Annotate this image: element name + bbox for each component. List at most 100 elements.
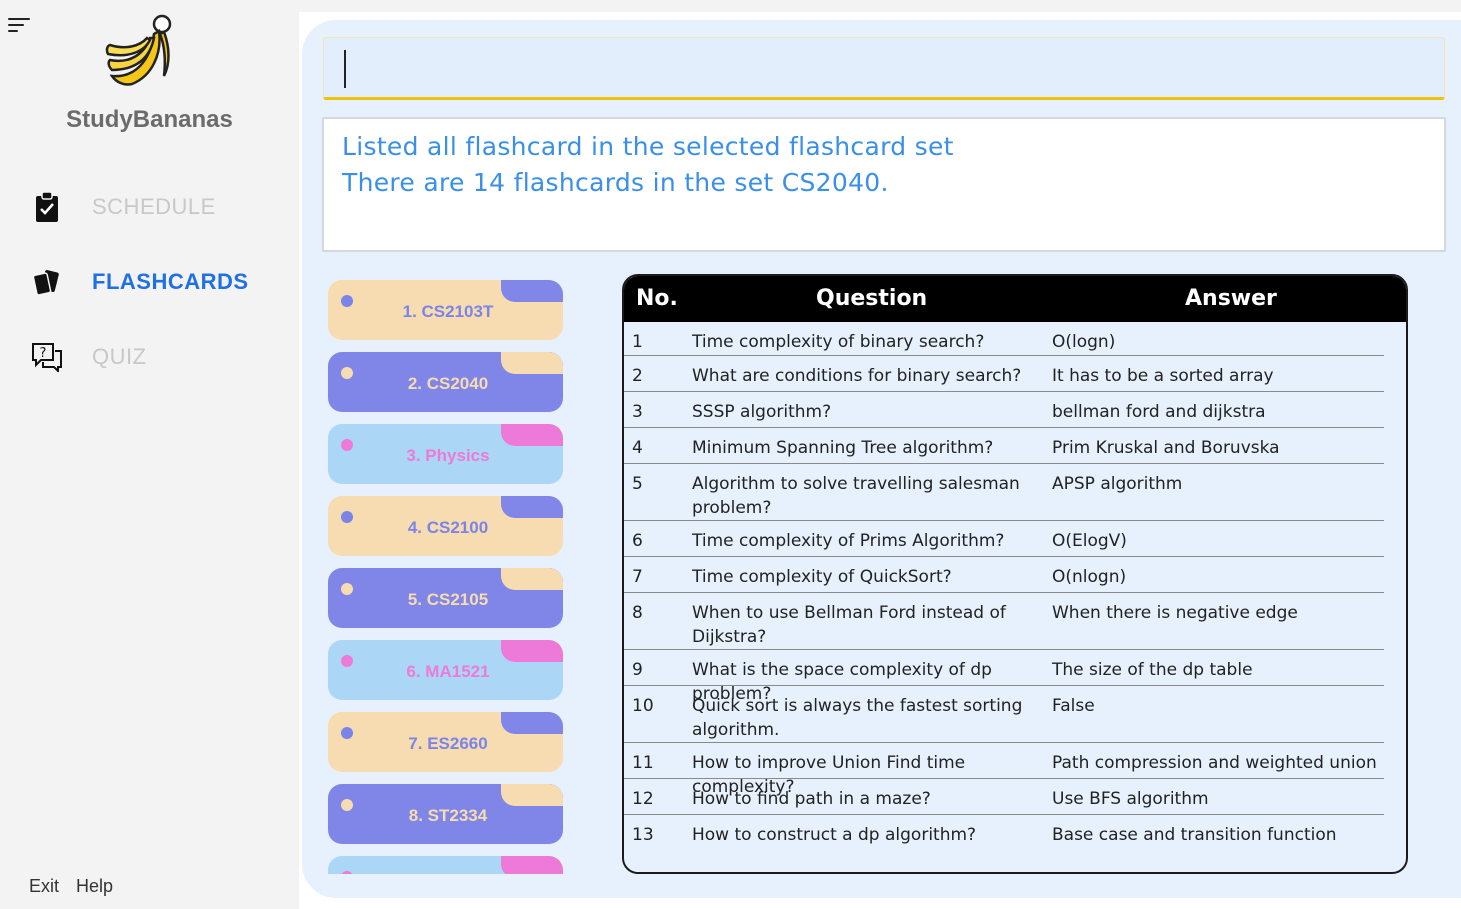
nav-label-quiz: QUIZ — [92, 344, 147, 369]
cell-no: 9 — [632, 660, 643, 680]
cell-no: 3 — [632, 402, 643, 422]
flashcard-set-card[interactable]: 2. CS2040 — [328, 352, 563, 412]
exit-link[interactable]: Exit — [29, 876, 59, 896]
cell-no: 8 — [632, 603, 643, 623]
card-tab — [501, 784, 563, 806]
cell-answer: Base case and transition function — [1052, 825, 1337, 845]
card-tab — [501, 712, 563, 734]
cell-answer: Path compression and weighted union — [1052, 753, 1377, 773]
nav-item-schedule[interactable]: SCHEDULE — [30, 187, 290, 227]
question-chat-icon: ? — [30, 340, 64, 374]
result-line-2: There are 14 flashcards in the set CS204… — [342, 168, 889, 197]
nav-item-flashcards[interactable]: FLASHCARDS — [30, 262, 290, 302]
cell-no: 10 — [632, 696, 654, 716]
flashcard-set-card[interactable]: 7. ES2660 — [328, 712, 563, 772]
cell-answer: O(ElogV) — [1052, 531, 1127, 551]
table-row[interactable]: 1 Time complexity of binary search? O(logn… — [624, 322, 1384, 356]
cell-question: Algorithm to solve travelling salesman p… — [692, 474, 1020, 518]
table-row[interactable]: 3 SSSP algorithm? bellman ford and dijkstr… — [624, 392, 1384, 428]
card-tab — [501, 568, 563, 590]
cell-answer: It has to be a sorted array — [1052, 366, 1274, 386]
cell-question: How to find path in a maze? — [692, 789, 931, 809]
cell-answer: APSP algorithm — [1052, 474, 1183, 494]
sidebar: StudyBananas SCHEDULE FLASHCARDS ? QUIZ … — [0, 0, 299, 909]
cell-no: 13 — [632, 825, 654, 845]
cell-no: 11 — [632, 753, 654, 773]
flashcard-table: No. Question Answer 1 Time complexity of … — [622, 274, 1408, 874]
cell-question: How to construct a dp algorithm? — [692, 825, 977, 845]
cell-question: What are conditions for binary search? — [692, 366, 1022, 386]
flashcard-set-card[interactable] — [328, 856, 563, 874]
cards-icon — [30, 265, 64, 299]
card-dot-icon — [341, 871, 353, 874]
flashcard-set-label: 8. ST2334 — [408, 806, 488, 825]
cell-answer: bellman ford and dijkstra — [1052, 402, 1266, 422]
cell-question: SSSP algorithm? — [692, 402, 832, 422]
cell-question: Time complexity of binary search? — [692, 332, 985, 352]
cell-question: Minimum Spanning Tree algorithm? — [692, 438, 994, 458]
table-header: No. Question Answer — [624, 276, 1406, 322]
nav-item-quiz[interactable]: ? QUIZ — [30, 337, 290, 377]
footer-links: Exit Help — [29, 876, 125, 897]
app-window: StudyBananas SCHEDULE FLASHCARDS ? QUIZ … — [0, 0, 1461, 909]
table-row[interactable]: 12 How to find path in a maze? Use BFS alg… — [624, 779, 1384, 815]
card-tab — [501, 496, 563, 518]
flashcard-set-card[interactable]: 3. Physics — [328, 424, 563, 484]
cell-answer: Use BFS algorithm — [1052, 789, 1209, 809]
table-row[interactable]: 7 Time complexity of QuickSort? O(nlogn) — [624, 557, 1384, 593]
card-tab — [501, 352, 563, 374]
flashcard-set-card[interactable]: 6. MA1521 — [328, 640, 563, 700]
card-tab — [501, 280, 563, 302]
header-question: Question — [816, 286, 928, 311]
card-tab — [501, 640, 563, 662]
cell-question: Time complexity of Prims Algorithm? — [692, 531, 1005, 551]
menu-toggle-icon[interactable] — [8, 16, 32, 34]
table-row[interactable]: 13 How to construct a dp algorithm? Base c… — [624, 815, 1384, 851]
card-tab — [501, 424, 563, 446]
help-link[interactable]: Help — [76, 876, 113, 896]
table-row[interactable]: 5 Algorithm to solve travelling salesman … — [624, 464, 1384, 521]
cell-no: 4 — [632, 438, 643, 458]
card-tab — [501, 856, 563, 874]
flashcard-set-card[interactable]: 1. CS2103T — [328, 280, 563, 340]
cell-answer: O(nlogn) — [1052, 567, 1127, 587]
cell-question: When to use Bellman Ford instead of Dijk… — [692, 603, 1006, 647]
cell-question: Quick sort is always the fastest sorting… — [692, 696, 1023, 740]
result-line-1: Listed all flashcard in the selected fla… — [342, 132, 954, 161]
cell-answer: The size of the dp table — [1052, 660, 1253, 680]
cell-no: 7 — [632, 567, 643, 587]
table-row[interactable]: 8 When to use Bellman Ford instead of Dij… — [624, 593, 1384, 650]
table-row[interactable]: 9 What is the space complexity of dp prob… — [624, 650, 1384, 704]
flashcard-set-card[interactable]: 8. ST2334 — [328, 784, 563, 844]
nav-label-schedule: SCHEDULE — [92, 194, 216, 219]
table-row[interactable]: 6 Time complexity of Prims Algorithm? O(El… — [624, 521, 1384, 557]
table-row[interactable]: 10 Quick sort is always the fastest sorti… — [624, 686, 1384, 743]
header-answer: Answer — [1185, 286, 1277, 311]
cell-answer: O(logn) — [1052, 332, 1116, 352]
flashcard-set-label: 5. CS2105 — [407, 590, 489, 609]
clipboard-check-icon — [30, 190, 64, 224]
flashcard-set-label: 7. ES2660 — [408, 734, 488, 753]
cell-no: 5 — [632, 474, 643, 494]
cell-question: Time complexity of QuickSort? — [692, 567, 952, 587]
flashcard-set-label: 6. MA1521 — [406, 662, 490, 681]
cell-answer: Prim Kruskal and Boruvska — [1052, 438, 1280, 458]
flashcard-set-label: 1. CS2103T — [402, 302, 494, 321]
cell-no: 12 — [632, 789, 654, 809]
cell-answer: False — [1052, 696, 1095, 716]
flashcard-set-label: 2. CS2040 — [407, 374, 489, 393]
cell-answer: When there is negative edge — [1052, 603, 1298, 623]
flashcard-set-list[interactable]: 1. CS2103T 2. CS2040 3. Physics 4. CS2100 5.… — [328, 280, 564, 874]
text-caret — [344, 50, 346, 88]
table-row[interactable]: 11 How to improve Union Find time complex… — [624, 743, 1384, 797]
result-display: Listed all flashcard in the selected fla… — [322, 117, 1446, 252]
flashcard-set-card[interactable]: 4. CS2100 — [328, 496, 563, 556]
cell-no: 2 — [632, 366, 643, 386]
table-row[interactable]: 4 Minimum Spanning Tree algorithm? Prim Kr… — [624, 428, 1384, 464]
cell-no: 1 — [632, 332, 643, 352]
flashcard-set-label: 4. CS2100 — [407, 518, 489, 537]
banana-logo-icon — [105, 14, 172, 86]
table-row[interactable]: 2 What are conditions for binary search? I… — [624, 356, 1384, 392]
flashcard-set-card[interactable]: 5. CS2105 — [328, 568, 563, 628]
command-input[interactable] — [323, 37, 1445, 100]
